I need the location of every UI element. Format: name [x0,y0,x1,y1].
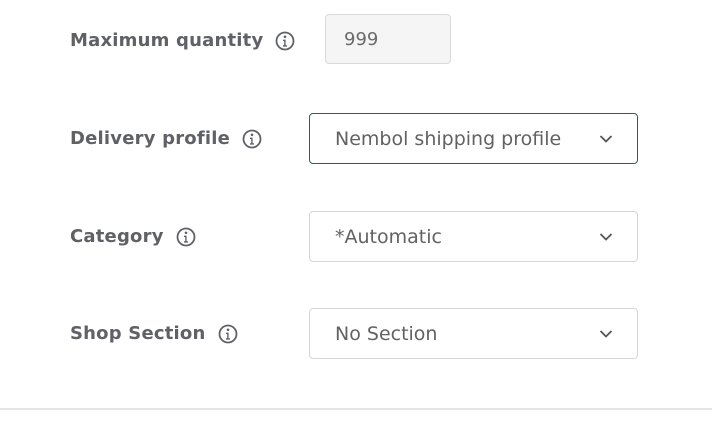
chevron-down-icon [599,232,613,242]
shop-section-selected-value: No Section [335,322,438,345]
delivery-profile-label: Delivery profile [70,128,231,149]
category-label-row: Category [70,226,196,248]
info-icon[interactable] [218,324,238,344]
section-divider [0,408,712,410]
max-quantity-label: Maximum quantity [70,30,264,51]
shop-section-label: Shop Section [70,323,206,344]
category-label: Category [70,226,164,247]
max-quantity-label-row: Maximum quantity [70,30,295,52]
shop-section-select[interactable]: No Section [309,308,638,359]
max-quantity-input[interactable] [325,14,451,64]
info-icon[interactable] [275,31,295,51]
delivery-profile-select[interactable]: Nembol shipping profile [309,113,638,164]
info-icon[interactable] [242,129,262,149]
shop-section-label-row: Shop Section [70,323,238,345]
listing-options-form: Maximum quantity Delivery profile Nembol… [0,0,712,423]
category-select[interactable]: *Automatic [309,211,638,262]
chevron-down-icon [599,329,613,339]
delivery-profile-selected-value: Nembol shipping profile [335,127,562,150]
chevron-down-icon [599,134,613,144]
delivery-profile-label-row: Delivery profile [70,128,262,150]
category-selected-value: *Automatic [335,225,442,248]
info-icon[interactable] [176,227,196,247]
